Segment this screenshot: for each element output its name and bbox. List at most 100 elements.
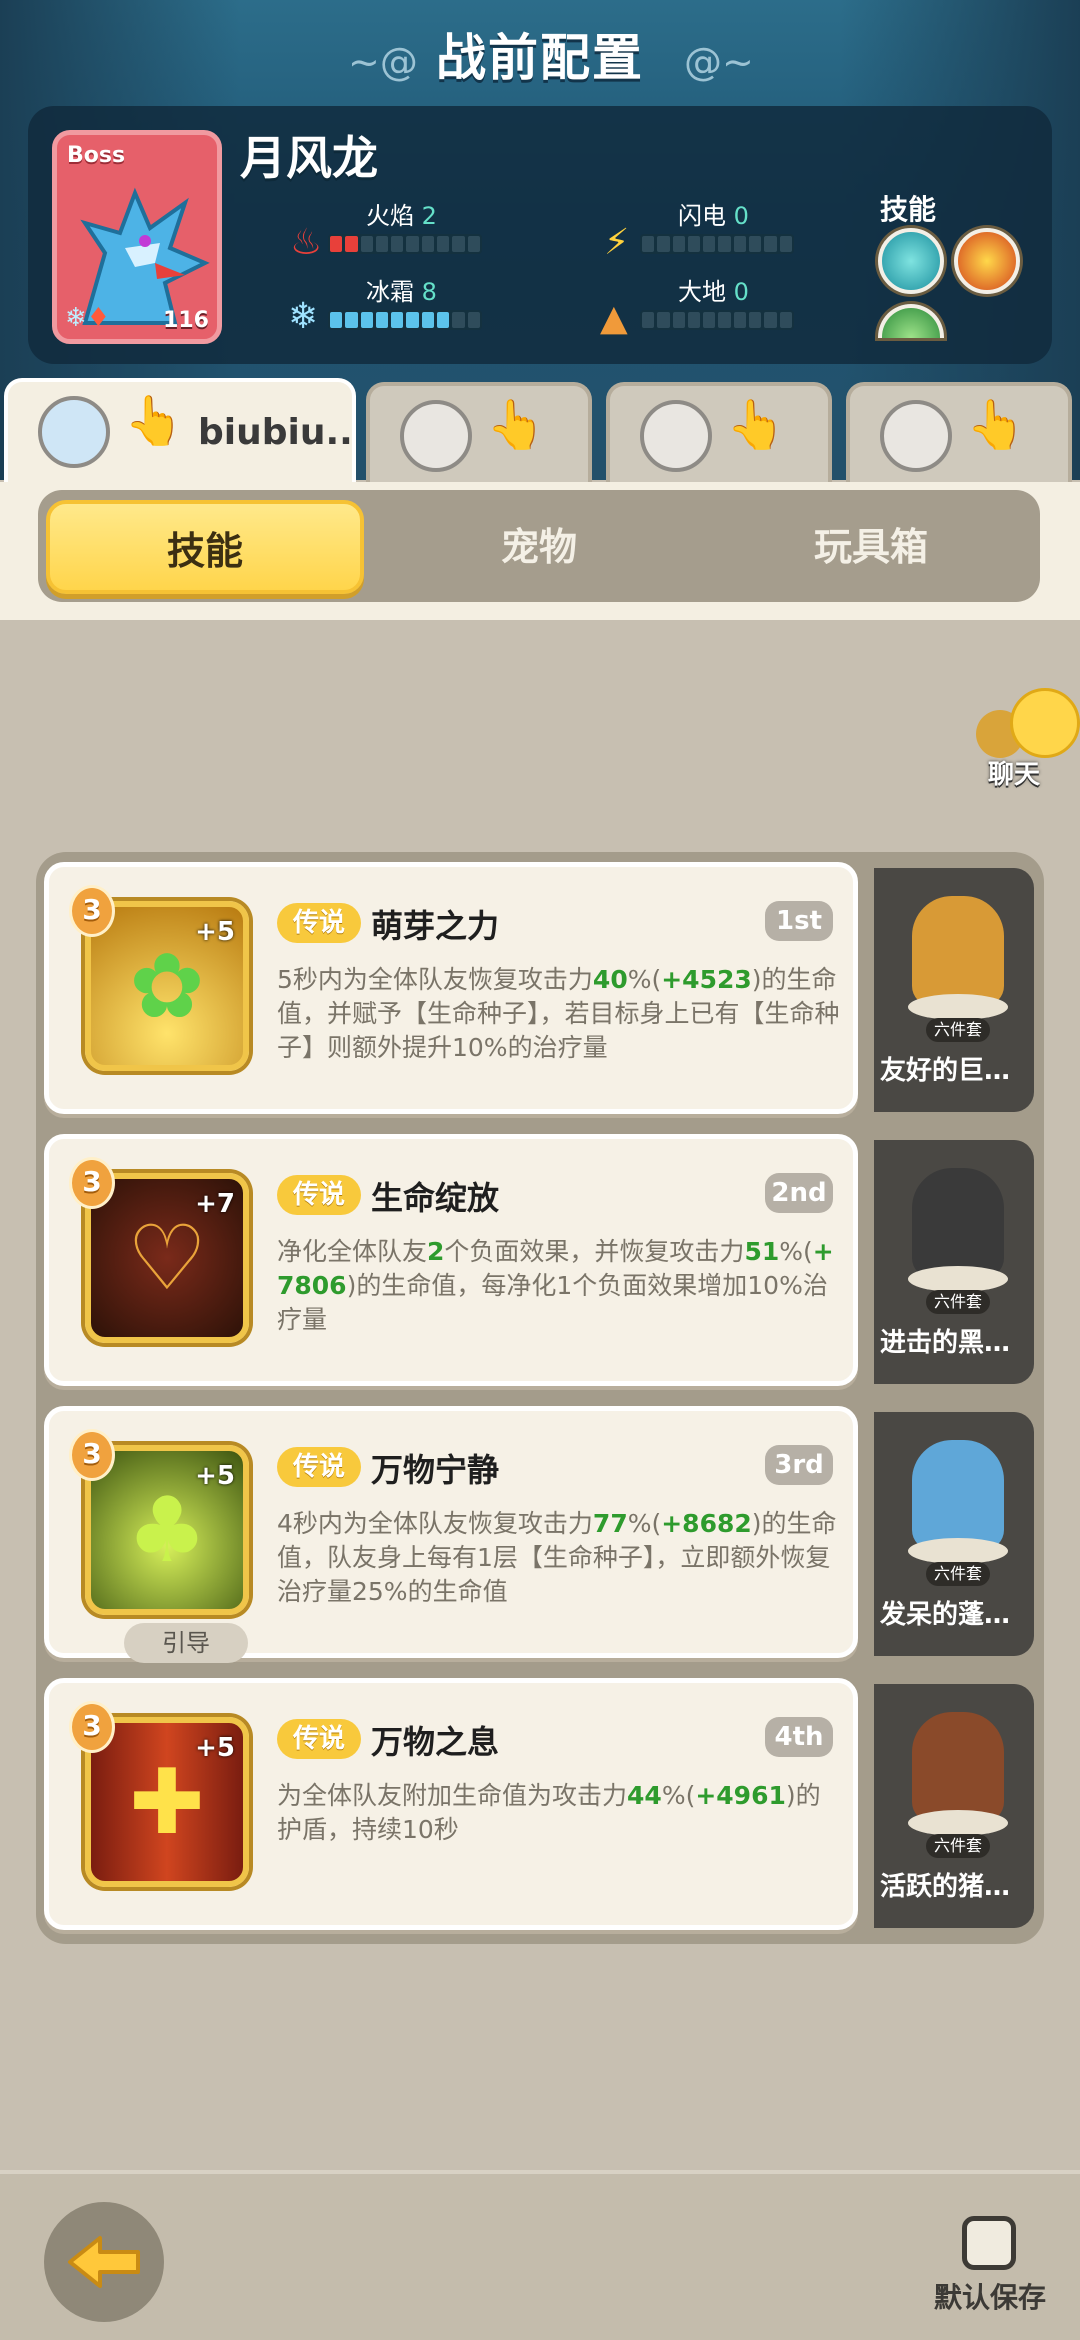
pet-card[interactable]: 六件套 发呆的蓬… xyxy=(874,1412,1034,1656)
skill-description-text: 净化全体队友 xyxy=(277,1237,428,1266)
stat-bar-segment xyxy=(437,312,450,328)
stat-bar-segment xyxy=(764,312,777,328)
player-tab-1[interactable]: 👆 biubiu.. xyxy=(4,378,356,486)
skill-value-highlight: +8682 xyxy=(661,1509,752,1538)
stat-bar-segment xyxy=(687,312,701,328)
boss-name: 月风龙 xyxy=(240,131,378,185)
stat-bar-segment xyxy=(733,236,747,252)
stat-bar-segment xyxy=(733,312,747,328)
ready-hand-icon: 👆 xyxy=(124,393,184,449)
stat-bar-segment xyxy=(467,312,480,328)
pet-pedestal xyxy=(908,994,1008,1020)
skill-row: ✿ +5 3 传说 萌芽之力 1st 5秒内为全体队友恢复攻击力40%(+452… xyxy=(44,862,1034,1114)
rarity-badge: 传说 xyxy=(277,1447,361,1487)
default-save-checkbox[interactable] xyxy=(962,2216,1016,2270)
stat-bar-segment xyxy=(672,312,685,328)
tab-toybox[interactable]: 玩具箱 xyxy=(712,500,1030,594)
pet-name: 发呆的蓬… xyxy=(880,1600,1011,1630)
skill-rank: 2nd xyxy=(765,1173,833,1213)
boss-tag: Boss xyxy=(67,143,126,168)
stat-bar-segment xyxy=(703,236,716,252)
pet-figure xyxy=(912,1712,1004,1822)
skill-rank: 1st xyxy=(765,901,833,941)
player-avatar xyxy=(400,400,472,472)
skill-card[interactable]: ✿ +5 3 传说 萌芽之力 1st 5秒内为全体队友恢复攻击力40%(+452… xyxy=(44,862,858,1114)
stat-bar-segment xyxy=(779,312,792,328)
skill-level-badge: 3 xyxy=(69,1701,115,1753)
stat-bar-segment xyxy=(345,236,358,252)
stat-bar-segment xyxy=(703,312,716,328)
pet-name: 友好的巨… xyxy=(880,1056,1011,1086)
stat-bar-segment xyxy=(672,236,685,252)
skill-name: 万物宁静 xyxy=(371,1451,500,1489)
wind-skill-icon[interactable] xyxy=(878,228,944,294)
skill-description-text: %( xyxy=(627,1509,662,1538)
fire-icon: ♨ xyxy=(290,222,323,263)
stat-lightning-label: 闪电 0 xyxy=(678,202,749,230)
ready-hand-icon: 👆 xyxy=(966,397,1026,453)
skill-card[interactable]: ♣ +5 3 引导 传说 万物宁静 3rd 4秒内为全体队友恢复攻击力77%(+… xyxy=(44,1406,858,1663)
stat-bar-segment xyxy=(452,312,465,328)
player-avatar xyxy=(640,400,712,472)
skill-value-highlight: 2 xyxy=(427,1237,445,1266)
skill-level-badge: 3 xyxy=(69,1429,115,1481)
stat-earth-bar xyxy=(640,310,794,330)
ready-hand-icon: 👆 xyxy=(486,397,546,453)
stat-bar-segment xyxy=(467,236,480,252)
stat-bar-segment xyxy=(749,312,762,328)
skill-description-text: 为全体队友附加生命值为攻击力 xyxy=(277,1781,628,1810)
skill-rank: 4th xyxy=(765,1717,833,1757)
earth-icon: ▲ xyxy=(600,298,628,339)
player-tab-3[interactable]: 👆 xyxy=(606,382,832,482)
stat-bar-segment xyxy=(642,312,655,328)
stat-bar-segment xyxy=(375,312,389,328)
stat-ice-label: 冰霜 8 xyxy=(366,278,437,306)
chat-button[interactable]: 聊天 xyxy=(964,688,1080,790)
stat-bar-segment xyxy=(391,236,404,252)
pet-card[interactable]: 六件套 进击的黑… xyxy=(874,1140,1034,1384)
stat-bar-segment xyxy=(421,236,435,252)
stat-bar-segment xyxy=(687,236,701,252)
stat-bar-segment xyxy=(764,236,777,252)
ready-hand-icon: 👆 xyxy=(726,397,786,453)
player-tab-4[interactable]: 👆 xyxy=(846,382,1072,482)
fire-skill-icon[interactable] xyxy=(954,228,1020,294)
pet-set-badge: 六件套 xyxy=(926,1290,990,1314)
stat-bar-segment xyxy=(437,236,450,252)
skill-description-text: %( xyxy=(779,1237,813,1266)
boss-portrait[interactable]: Boss ❄♦ 116 xyxy=(52,130,222,344)
pet-card[interactable]: 六件套 活跃的猪… xyxy=(874,1684,1034,1928)
page-title: 战前配置 xyxy=(436,29,644,87)
skill-description: 5秒内为全体队友恢复攻击力40%(+4523)的生命值，并赋予【生命种子】，若目… xyxy=(277,963,843,1065)
stat-bar-segment xyxy=(406,236,419,252)
rarity-badge: 传说 xyxy=(277,1719,361,1759)
stat-bar-segment xyxy=(391,312,404,328)
pet-set-badge: 六件套 xyxy=(926,1562,990,1586)
back-button[interactable] xyxy=(44,2202,164,2322)
skill-description-text: %( xyxy=(627,965,662,994)
stat-bar-segment xyxy=(657,236,670,252)
ice-icon: ❄ xyxy=(288,296,319,337)
skill-level-badge: 3 xyxy=(69,885,115,937)
skill-value-highlight: 51 xyxy=(744,1237,780,1266)
pet-pedestal xyxy=(908,1538,1008,1564)
pet-name: 活跃的猪… xyxy=(880,1872,1011,1902)
chat-label: 聊天 xyxy=(988,760,1041,790)
pet-card[interactable]: 六件套 友好的巨… xyxy=(874,868,1034,1112)
tab-skills[interactable]: 技能 xyxy=(46,500,364,594)
skill-level-badge: 3 xyxy=(69,1157,115,1209)
pet-figure xyxy=(912,1168,1004,1278)
stat-bar-segment xyxy=(330,312,343,328)
boss-skills-label: 技能 xyxy=(880,193,937,226)
skill-card[interactable]: ♡ +7 3 传说 生命绽放 2nd 净化全体队友2个负面效果，并恢复攻击力51… xyxy=(44,1134,858,1386)
skill-card[interactable]: ✚ +5 3 传说 万物之息 4th 为全体队友附加生命值为攻击力44%(+49… xyxy=(44,1678,858,1930)
stat-bar-segment xyxy=(406,312,419,328)
player-avatar xyxy=(880,400,952,472)
skill-rank: 3rd xyxy=(765,1445,833,1485)
tab-pets[interactable]: 宠物 xyxy=(380,500,698,594)
player-tab-2[interactable]: 👆 xyxy=(366,382,592,482)
stat-fire-bar xyxy=(328,234,482,254)
stat-bar-segment xyxy=(657,312,670,328)
stat-bar-segment xyxy=(345,312,358,328)
skill-value-highlight: 77 xyxy=(592,1509,628,1538)
